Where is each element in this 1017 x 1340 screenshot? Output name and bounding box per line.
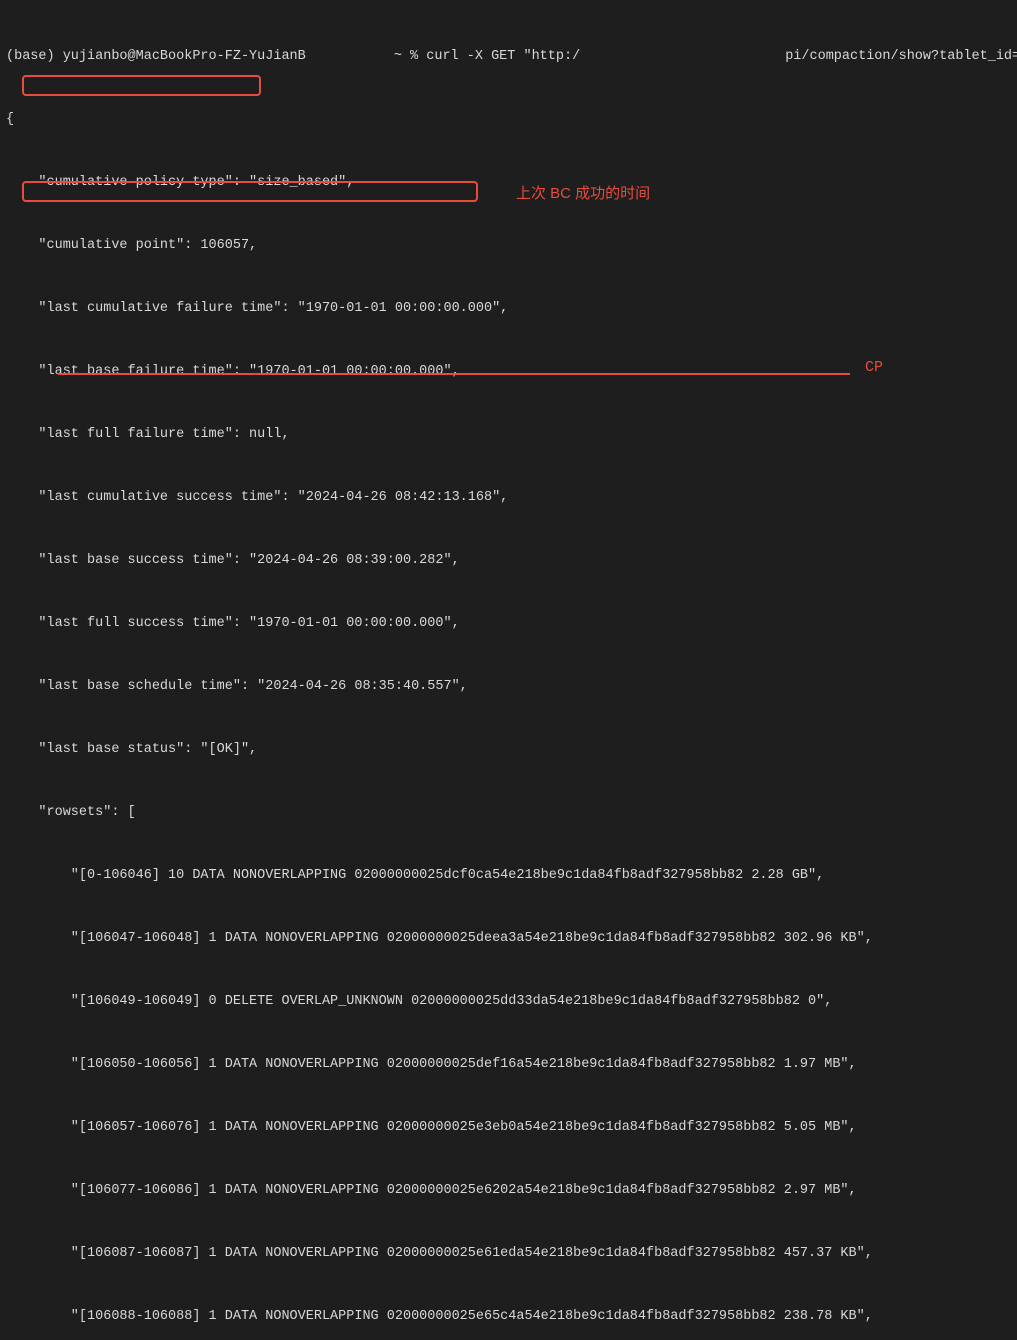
json-last-base-status: "last base status": "[OK]", bbox=[6, 739, 1011, 760]
json-last-cumulative-success-time: "last cumulative success time": "2024-04… bbox=[6, 487, 1011, 508]
rowset-line: "[106087-106087] 1 DATA NONOVERLAPPING 0… bbox=[6, 1243, 1011, 1264]
json-open: { bbox=[6, 109, 1011, 130]
json-cumulative-point: "cumulative point": 106057, bbox=[6, 235, 1011, 256]
terminal-output[interactable]: (base) yujianbo@MacBookPro-FZ-YuJianB ~ … bbox=[0, 0, 1017, 1340]
json-last-full-success-time: "last full success time": "1970-01-01 00… bbox=[6, 613, 1011, 634]
json-last-cumulative-failure-time: "last cumulative failure time": "1970-01… bbox=[6, 298, 1011, 319]
rowset-line: "[106050-106056] 1 DATA NONOVERLAPPING 0… bbox=[6, 1054, 1011, 1075]
rowset-line: "[106049-106049] 0 DELETE OVERLAP_UNKNOW… bbox=[6, 991, 1011, 1012]
json-last-full-failure-time: "last full failure time": null, bbox=[6, 424, 1011, 445]
json-last-base-failure-time: "last base failure time": "1970-01-01 00… bbox=[6, 361, 1011, 382]
json-last-base-schedule-time: "last base schedule time": "2024-04-26 0… bbox=[6, 676, 1011, 697]
rowset-line: "[106047-106048] 1 DATA NONOVERLAPPING 0… bbox=[6, 928, 1011, 949]
rowset-line: "[0-106046] 10 DATA NONOVERLAPPING 02000… bbox=[6, 865, 1011, 886]
json-rowsets-key: "rowsets": [ bbox=[6, 802, 1011, 823]
prompt-suffix: pi/compaction/show?tablet_id=9025274" bbox=[785, 49, 1017, 64]
json-last-base-success-time: "last base success time": "2024-04-26 08… bbox=[6, 550, 1011, 571]
prompt-mid: ~ % curl -X GET "http:/ bbox=[386, 49, 580, 64]
redacted-url bbox=[556, 2, 760, 20]
json-cumulative-policy-type: "cumulative policy type": "size_based", bbox=[6, 172, 1011, 193]
prompt-prefix: (base) yujianbo@MacBookPro-FZ-YuJianB bbox=[6, 49, 306, 64]
rowset-line: "[106077-106086] 1 DATA NONOVERLAPPING 0… bbox=[6, 1180, 1011, 1201]
rowset-line: "[106057-106076] 1 DATA NONOVERLAPPING 0… bbox=[6, 1117, 1011, 1138]
rowset-line: "[106088-106088] 1 DATA NONOVERLAPPING 0… bbox=[6, 1306, 1011, 1327]
prompt-line: (base) yujianbo@MacBookPro-FZ-YuJianB ~ … bbox=[6, 46, 1011, 67]
redacted-host bbox=[275, 2, 355, 20]
